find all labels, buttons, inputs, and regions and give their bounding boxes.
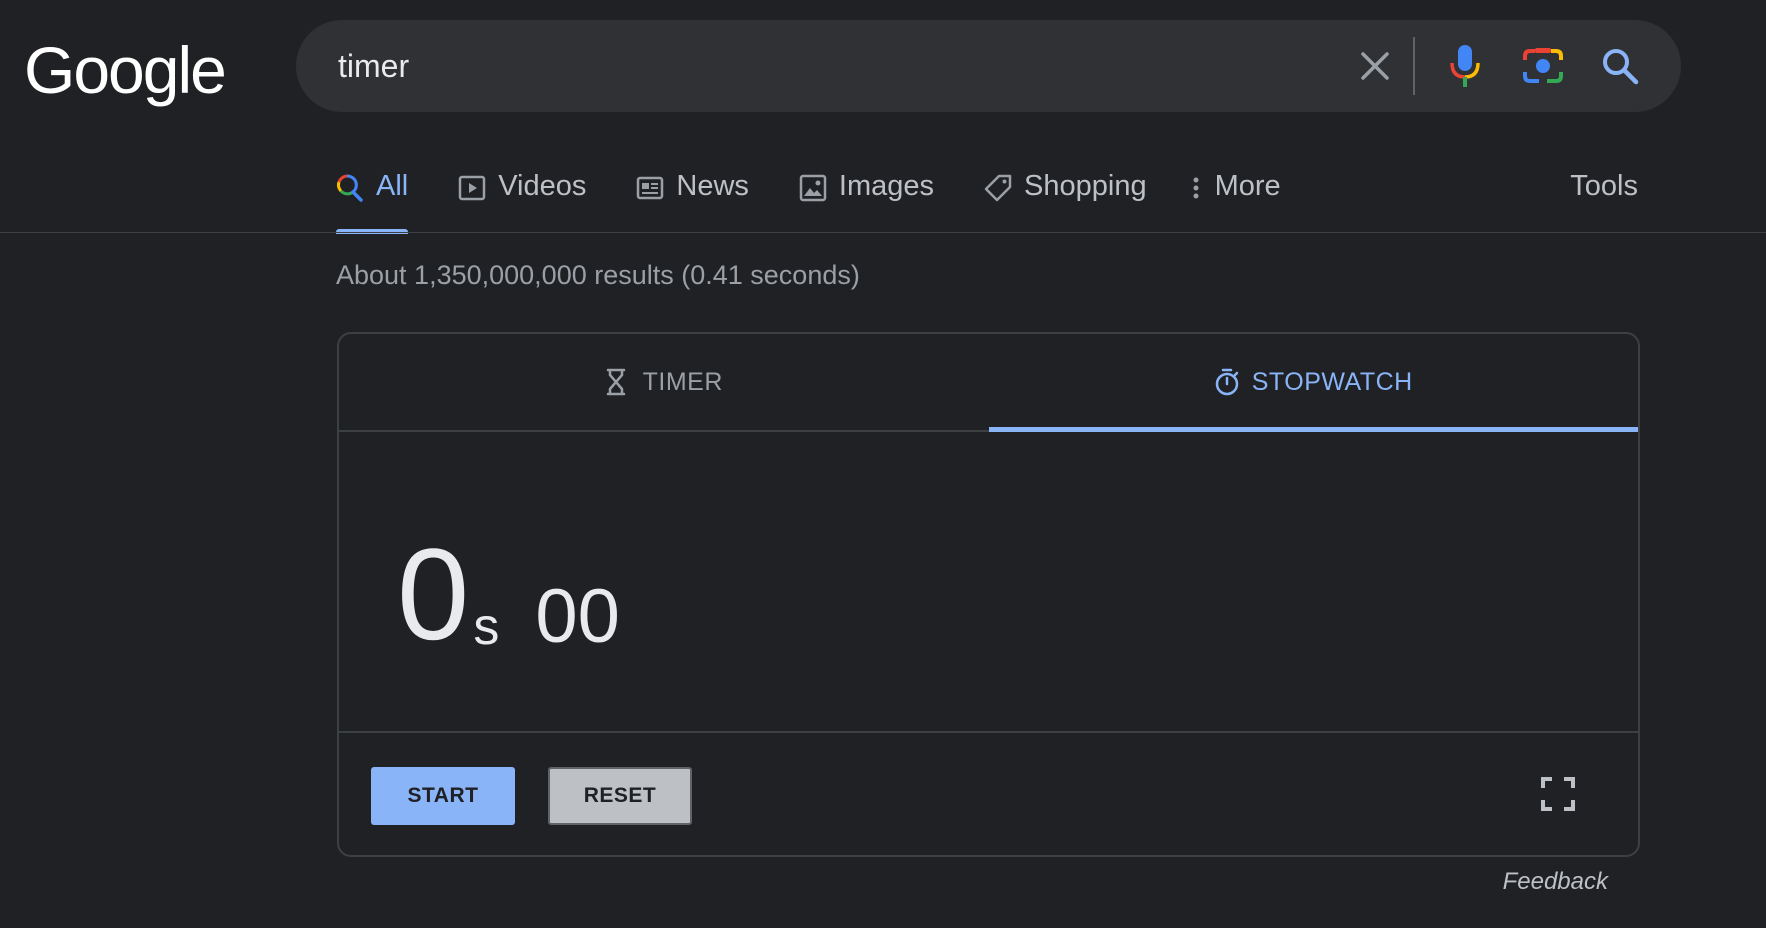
tab-timer-label: TIMER xyxy=(642,367,723,396)
search-icon[interactable] xyxy=(1595,41,1645,91)
fullscreen-icon[interactable] xyxy=(1538,774,1578,814)
search-input[interactable]: timer xyxy=(338,46,409,86)
clear-icon[interactable] xyxy=(1351,42,1399,90)
tab-images[interactable]: Images xyxy=(799,160,934,234)
tab-shopping-label: Shopping xyxy=(1024,170,1147,202)
google-logo[interactable]: Google xyxy=(24,30,227,110)
tab-images-label: Images xyxy=(838,170,935,202)
tab-more-label: More xyxy=(1214,170,1281,202)
search-tabs: All Videos News Images Shopping More xyxy=(336,160,1331,234)
seconds-unit: s xyxy=(473,598,500,656)
search-box[interactable]: timer xyxy=(296,20,1681,112)
reset-button[interactable]: RESET xyxy=(548,767,692,825)
tab-all[interactable]: All xyxy=(336,160,409,234)
image-icon xyxy=(799,174,829,204)
newspaper-icon xyxy=(636,174,666,204)
stopwatch-display: 0 s 00 xyxy=(397,509,620,659)
search-divider xyxy=(1413,37,1415,95)
tab-news[interactable]: News xyxy=(636,160,749,234)
start-button[interactable]: START xyxy=(371,767,515,825)
video-play-icon xyxy=(458,174,488,204)
widget-tabs: TIMER STOPWATCH xyxy=(339,334,1638,432)
hourglass-icon xyxy=(605,367,633,397)
tab-news-label: News xyxy=(676,170,749,202)
tab-all-label: All xyxy=(376,170,409,202)
tab-more[interactable]: More xyxy=(1187,160,1281,234)
result-stats: About 1,350,000,000 results (0.41 second… xyxy=(336,260,860,290)
header-divider xyxy=(0,232,1766,233)
tab-shopping[interactable]: Shopping xyxy=(984,160,1147,234)
widget-divider xyxy=(339,731,1638,733)
stopwatch-icon xyxy=(1214,367,1242,397)
tab-videos-label: Videos xyxy=(498,170,587,202)
tools-button[interactable]: Tools xyxy=(1570,170,1638,203)
tab-videos[interactable]: Videos xyxy=(458,160,586,234)
centiseconds-value: 00 xyxy=(535,574,620,659)
tab-timer[interactable]: TIMER xyxy=(339,334,989,430)
search-actions xyxy=(1351,20,1645,112)
tab-stopwatch-label: STOPWATCH xyxy=(1251,367,1413,396)
more-vertical-icon xyxy=(1187,174,1205,204)
search-results-page: Google timer All Videos News Images Shop… xyxy=(0,0,1766,928)
tag-icon xyxy=(984,174,1014,204)
feedback-link[interactable]: Feedback xyxy=(1503,868,1608,896)
seconds-value: 0 xyxy=(397,521,470,667)
microphone-icon[interactable] xyxy=(1441,42,1489,90)
search-multicolor-icon xyxy=(336,174,366,204)
camera-lens-icon[interactable] xyxy=(1517,40,1569,92)
tab-stopwatch[interactable]: STOPWATCH xyxy=(988,334,1639,432)
stopwatch-widget: TIMER STOPWATCH 0 s 00 START RESET xyxy=(337,332,1640,857)
